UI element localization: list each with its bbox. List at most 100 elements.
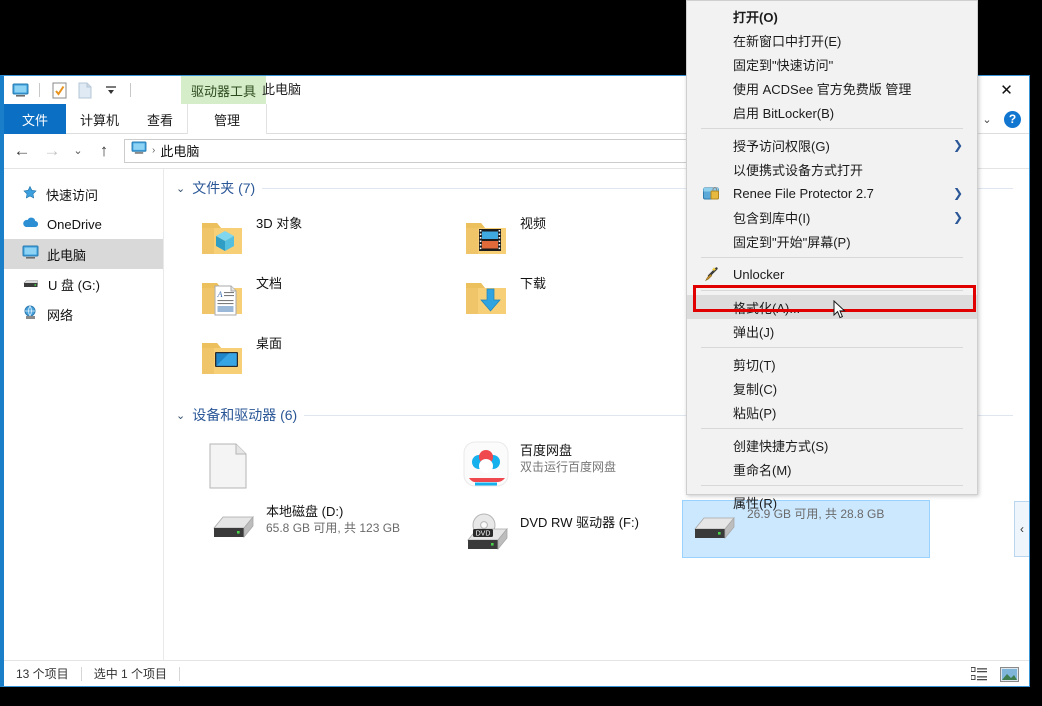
customize-dropdown-icon[interactable] [101,80,121,100]
new-folder-icon[interactable] [75,80,95,100]
menu-item-pin-to-quick-access[interactable]: 固定到"快速访问" [687,52,977,76]
item-label: 本地磁盘 (D:) [266,504,344,519]
large-icons-view-icon[interactable] [999,665,1019,683]
menu-item-open[interactable]: 打开(O) [687,4,977,28]
status-bar: 13 个项目 选中 1 个项目 [4,660,1029,686]
cloud-icon [22,216,39,233]
svg-text:A: A [217,290,223,299]
contextual-tab-header[interactable]: 驱动器工具 [181,76,267,104]
folder-desktop-icon [198,333,246,381]
item-blank[interactable] [202,438,432,494]
details-view-icon[interactable] [969,665,989,683]
chevron-right-icon: ❯ [952,138,963,152]
tab-manage[interactable]: 管理 [187,104,268,134]
screen: 驱动器工具 此电脑 ✕ 文件 计算机 查看 管理 ⌄ ? ← → ⌄ ↑ › 此… [0,0,1042,706]
up-button[interactable]: ↑ [90,138,118,164]
forward-button[interactable]: → [38,138,66,164]
sidebar-item-network[interactable]: 网络 [4,299,163,329]
breadcrumb-separator[interactable]: › [152,145,155,156]
status-divider-2 [179,666,181,681]
sidebar-item-onedrive[interactable]: OneDrive [4,209,163,239]
tab-view[interactable]: 查看 [133,104,187,134]
item-baidu-netdisk[interactable]: 百度网盘 双击运行百度网盘 [456,436,686,492]
menu-item-acdsee-manage[interactable]: 使用 ACDSee 官方免费版 管理 [687,76,977,100]
properties-icon[interactable] [49,80,69,100]
item-documents[interactable]: A 文档 [192,269,422,325]
menu-item-open-new-window[interactable]: 在新窗口中打开(E) [687,28,977,52]
sidebar-item-label: 此电脑 [47,247,87,263]
sidebar-item-quick-access[interactable]: 快速访问 [4,179,163,209]
menu-item-rename[interactable]: 重命名(M) [687,457,977,481]
item-videos[interactable]: 视频 [456,209,686,265]
toolbar-divider-1 [39,83,40,97]
menu-item-pin-to-start[interactable]: 固定到"开始"屏幕(P) [687,229,977,253]
menu-item-eject[interactable]: 弹出(J) [687,319,977,343]
sidebar-item-usb-drive[interactable]: U 盘 (G:) [4,269,163,299]
network-icon [22,305,39,323]
address-bar[interactable]: › 此电脑 [124,138,778,163]
item-dvd-drive-f[interactable]: DVD DVD RW 驱动器 (F:) [456,508,686,564]
item-3d-objects[interactable]: 3D 对象 [192,209,422,265]
menu-separator-3 [701,290,963,291]
hdd-icon [208,504,256,552]
sidebar-item-label: 快速访问 [46,187,99,203]
menu-item-create-shortcut[interactable]: 创建快捷方式(S) [687,433,977,457]
menu-item-label: Unlocker [733,266,785,282]
recent-locations-button[interactable]: ⌄ [68,138,88,164]
menu-item-properties[interactable]: 属性(R) [687,490,977,514]
breadcrumb[interactable]: 此电脑 [160,141,199,160]
dvd-drive-icon: DVD [462,512,510,560]
group-header-label: 文件夹 (7) [192,180,256,196]
baidu-netdisk-icon [462,440,510,488]
star-pin-icon [22,185,38,204]
preview-pane-toggle[interactable]: ‹ [1014,501,1029,557]
item-count-label: 13 个项目 [16,667,69,681]
chevron-down-icon[interactable]: ⌄ [176,409,185,422]
menu-separator-2 [701,257,963,258]
folder-documents-icon: A [198,273,246,321]
menu-item-renee-file-protector[interactable]: Renee File Protector 2.7 ❯ [687,181,977,205]
close-button[interactable]: ✕ [984,76,1029,104]
svg-text:DVD: DVD [476,531,491,538]
menu-item-paste[interactable]: 粘贴(P) [687,400,977,424]
help-icon[interactable]: ? [1004,110,1021,128]
menu-item-unlocker[interactable]: Unlocker [687,262,977,286]
chevron-down-icon[interactable]: ⌄ [176,182,185,195]
this-pc-icon[interactable] [10,80,30,100]
item-label: 百度网盘 [520,443,573,458]
item-local-disk-d[interactable]: 本地磁盘 (D:) 65.8 GB 可用, 共 123 GB [202,500,442,556]
sidebar-item-this-pc[interactable]: 此电脑 [4,239,163,269]
context-menu[interactable]: 打开(O) 在新窗口中打开(E) 固定到"快速访问" 使用 ACDSee 官方免… [686,0,978,511]
quick-access-toolbar [10,80,134,100]
tab-file[interactable]: 文件 [4,104,66,134]
menu-item-cut[interactable]: 剪切(T) [687,352,977,376]
tab-computer[interactable]: 计算机 [66,104,133,134]
sidebar-item-label: U 盘 (G:) [48,277,100,293]
item-desktop[interactable]: 桌面 [192,329,422,385]
menu-item-open-as-portable-device[interactable]: 以便携式设备方式打开 [687,157,977,181]
menu-item-include-in-library[interactable]: 包含到库中(I) ❯ [687,205,977,229]
item-label: 文档 [256,276,283,291]
window-title: 此电脑 [262,82,302,97]
group-header-label: 设备和驱动器 (6) [192,407,298,423]
menu-item-label: 授予访问权限(G) [733,138,830,154]
folder-3dobjects-icon [198,213,246,261]
item-label: DVD RW 驱动器 (F:) [520,515,639,530]
capacity-text: 65.8 GB 可用, 共 123 GB [266,521,401,535]
back-button[interactable]: ← [8,138,36,164]
unlocker-wand-icon [703,266,719,282]
menu-item-format[interactable]: 格式化(A)... [687,295,977,319]
menu-separator-6 [701,485,963,486]
chevron-right-icon: ❯ [952,210,963,224]
menu-item-grant-access[interactable]: 授予访问权限(G) ❯ [687,133,977,157]
menu-item-label: Renee File Protector 2.7 [733,185,874,201]
item-sublabel: 双击运行百度网盘 [520,460,617,474]
this-pc-breadcrumb-icon [131,141,147,160]
ribbon-right-controls: ⌄ ? [978,104,1027,134]
menu-item-enable-bitlocker[interactable]: 启用 BitLocker(B) [687,100,977,124]
item-downloads[interactable]: 下载 [456,269,686,325]
monitor-icon [22,245,39,263]
menu-item-copy[interactable]: 复制(C) [687,376,977,400]
minimize-ribbon-icon[interactable]: ⌄ [978,113,996,126]
item-label: 桌面 [256,336,283,351]
